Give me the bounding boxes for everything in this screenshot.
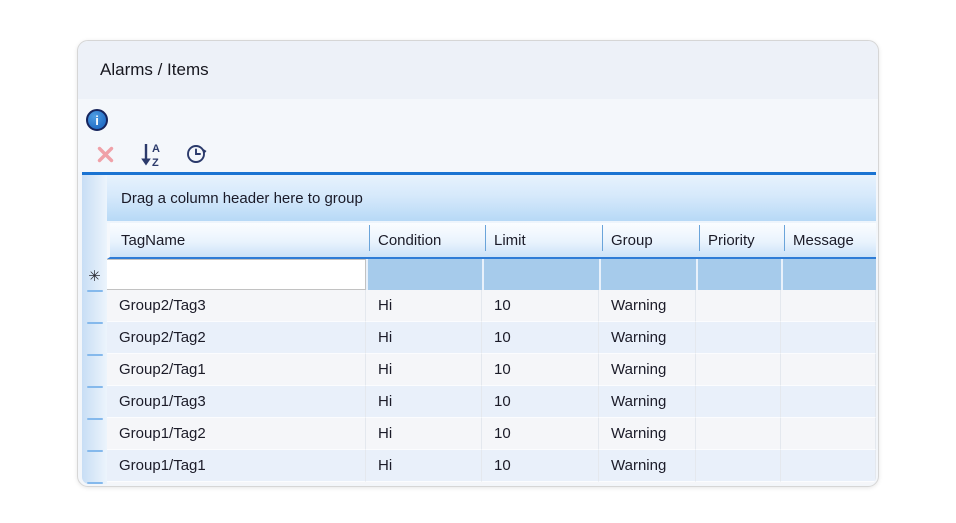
cell-priority[interactable] bbox=[696, 290, 781, 322]
sort-button[interactable]: A Z bbox=[138, 144, 164, 170]
group-by-band[interactable]: Drag a column header here to group bbox=[107, 175, 876, 223]
cell-group[interactable]: Warning bbox=[599, 290, 696, 322]
svg-text:Z: Z bbox=[152, 157, 159, 168]
cell-priority[interactable] bbox=[696, 386, 781, 418]
cell-priority[interactable] bbox=[696, 322, 781, 354]
cell-condition[interactable]: Hi bbox=[366, 386, 482, 418]
info-icon[interactable]: i bbox=[86, 109, 108, 131]
new-row-tagname-cell[interactable] bbox=[107, 259, 366, 290]
sort-az-icon: A Z bbox=[138, 141, 164, 173]
cell-condition[interactable]: Hi bbox=[366, 290, 482, 322]
row-indicator bbox=[82, 324, 107, 356]
cell-message[interactable] bbox=[781, 418, 876, 450]
cell-condition[interactable]: Hi bbox=[366, 418, 482, 450]
column-header-row: TagName Condition Limit Group Priority M… bbox=[107, 223, 876, 259]
cell-tagname[interactable]: Group2/Tag3 bbox=[107, 290, 366, 322]
column-header-group[interactable]: Group bbox=[602, 223, 699, 257]
info-row: i bbox=[78, 99, 878, 141]
cell-limit[interactable]: 10 bbox=[482, 418, 599, 450]
cell-group[interactable]: Warning bbox=[599, 322, 696, 354]
cell-condition[interactable]: Hi bbox=[366, 322, 482, 354]
svg-text:A: A bbox=[152, 143, 160, 155]
panel-titlebar: Alarms / Items bbox=[78, 41, 878, 99]
cell-tagname[interactable]: Group1/Tag1 bbox=[107, 450, 366, 482]
table-row: Group2/Tag1 Hi 10 Warning bbox=[107, 354, 876, 386]
cell-message[interactable] bbox=[781, 322, 876, 354]
new-row bbox=[107, 259, 876, 290]
cell-priority[interactable] bbox=[696, 354, 781, 386]
cell-group[interactable]: Warning bbox=[599, 450, 696, 482]
screen: Alarms / Items i A Z bbox=[0, 0, 956, 523]
row-indicator-gutter: ✳ bbox=[82, 175, 107, 484]
new-row-group-cell[interactable] bbox=[599, 259, 696, 290]
table-row: Group1/Tag3 Hi 10 Warning bbox=[107, 386, 876, 418]
row-indicator bbox=[82, 388, 107, 420]
new-row-limit-cell[interactable] bbox=[482, 259, 599, 290]
cell-message[interactable] bbox=[781, 290, 876, 322]
alarms-items-panel: Alarms / Items i A Z bbox=[77, 40, 879, 487]
column-header-message[interactable]: Message bbox=[784, 223, 876, 257]
new-row-condition-cell[interactable] bbox=[366, 259, 482, 290]
column-header-limit[interactable]: Limit bbox=[485, 223, 602, 257]
table-row: Group1/Tag1 Hi 10 Warning bbox=[107, 450, 876, 482]
delete-x-icon bbox=[95, 144, 116, 170]
row-indicator bbox=[82, 356, 107, 388]
cell-message[interactable] bbox=[781, 354, 876, 386]
cell-limit[interactable]: 10 bbox=[482, 290, 599, 322]
new-row-message-cell[interactable] bbox=[781, 259, 876, 290]
toolbar: A Z bbox=[78, 141, 878, 172]
cell-tagname[interactable]: Group1/Tag3 bbox=[107, 386, 366, 418]
table-row: Group2/Tag2 Hi 10 Warning bbox=[107, 322, 876, 354]
column-header-priority[interactable]: Priority bbox=[699, 223, 784, 257]
cell-group[interactable]: Warning bbox=[599, 354, 696, 386]
row-indicator bbox=[82, 452, 107, 484]
new-row-indicator-cell: ✳ bbox=[82, 261, 107, 292]
table-row: Group2/Tag3 Hi 10 Warning bbox=[107, 290, 876, 322]
cell-limit[interactable]: 10 bbox=[482, 450, 599, 482]
cell-tagname[interactable]: Group2/Tag1 bbox=[107, 354, 366, 386]
row-indicator bbox=[82, 420, 107, 452]
column-header-tagname[interactable]: TagName bbox=[110, 223, 369, 257]
cell-group[interactable]: Warning bbox=[599, 418, 696, 450]
cell-limit[interactable]: 10 bbox=[482, 354, 599, 386]
cell-tagname[interactable]: Group1/Tag2 bbox=[107, 418, 366, 450]
cell-condition[interactable]: Hi bbox=[366, 354, 482, 386]
cell-limit[interactable]: 10 bbox=[482, 386, 599, 418]
history-button[interactable] bbox=[184, 144, 210, 170]
history-clock-icon bbox=[185, 142, 209, 171]
cell-limit[interactable]: 10 bbox=[482, 322, 599, 354]
row-indicator bbox=[82, 292, 107, 324]
cell-priority[interactable] bbox=[696, 450, 781, 482]
page-title: Alarms / Items bbox=[100, 60, 209, 80]
delete-button[interactable] bbox=[92, 144, 118, 170]
column-header-condition[interactable]: Condition bbox=[369, 223, 485, 257]
cell-condition[interactable]: Hi bbox=[366, 450, 482, 482]
alarms-grid: ✳ Drag a column header here to group Tag… bbox=[82, 172, 876, 484]
cell-priority[interactable] bbox=[696, 418, 781, 450]
cell-message[interactable] bbox=[781, 386, 876, 418]
cell-group[interactable]: Warning bbox=[599, 386, 696, 418]
table-row: Group1/Tag2 Hi 10 Warning bbox=[107, 418, 876, 450]
cell-tagname[interactable]: Group2/Tag2 bbox=[107, 322, 366, 354]
cell-message[interactable] bbox=[781, 450, 876, 482]
new-row-priority-cell[interactable] bbox=[696, 259, 781, 290]
new-row-asterisk-icon: ✳ bbox=[88, 269, 101, 284]
